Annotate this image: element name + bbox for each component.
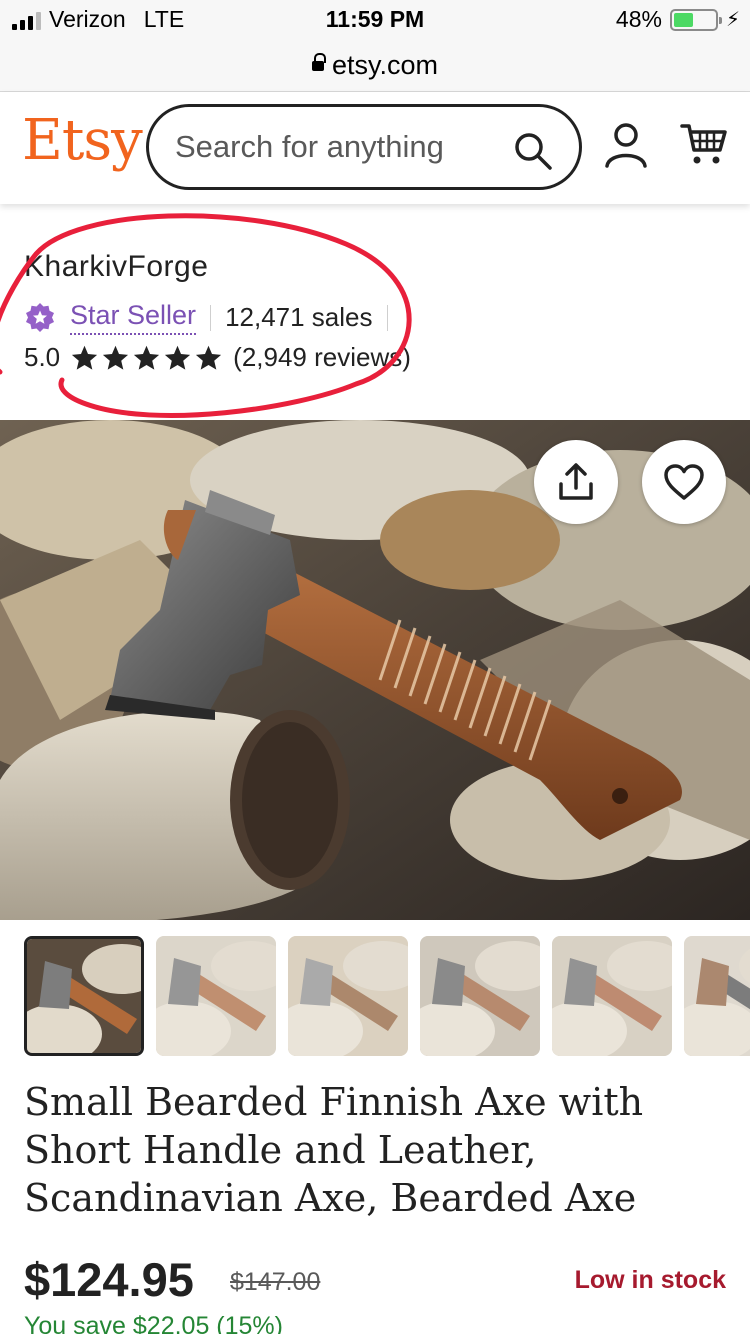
lock-icon (311, 52, 326, 73)
axe-photo (0, 420, 750, 920)
url-text: etsy.com (331, 50, 439, 80)
price-row: $124.95 $147.00 Low in stock (24, 1252, 726, 1312)
thumbnail[interactable] (288, 936, 408, 1056)
thumbnail-image (27, 939, 141, 1053)
thumbnail[interactable] (552, 936, 672, 1056)
savings-text: You save $22.05 (15%) (24, 1312, 283, 1334)
thumbnail[interactable] (420, 936, 540, 1056)
rating-row[interactable]: 5.0 (2,949 reviews) (24, 342, 411, 373)
review-count[interactable]: (2,949 reviews) (233, 342, 411, 373)
battery-icon (669, 8, 722, 31)
star-icon (196, 345, 222, 370)
battery-percent: 48% (615, 6, 662, 32)
thumbnail-strip[interactable] (24, 936, 750, 1058)
account-icon[interactable] (604, 122, 648, 168)
status-bar: Verizon LTE 11:59 PM 48% ⚡ (0, 0, 750, 40)
divider (210, 304, 212, 331)
rating-stars (70, 344, 223, 372)
search-icon[interactable] (513, 131, 553, 171)
charging-icon: ⚡ (725, 9, 740, 31)
share-button[interactable] (534, 440, 618, 524)
divider (386, 304, 388, 331)
search-input[interactable] (175, 129, 495, 165)
rating-value: 5.0 (24, 342, 61, 372)
star-seller-badge[interactable]: Star Seller (70, 300, 197, 335)
cart-icon[interactable] (680, 122, 728, 166)
star-seller-icon (26, 302, 54, 332)
star-icon (103, 345, 129, 370)
search-bar[interactable] (146, 104, 582, 190)
product-title: Small Bearded Finnish Axe with Short Han… (24, 1080, 644, 1220)
seller-info: KharkivForge Star Seller 12,471 sales 5.… (24, 250, 411, 372)
site-header: Etsy (0, 92, 750, 204)
favorite-button[interactable] (642, 440, 726, 524)
thumbnail[interactable] (24, 936, 144, 1056)
star-icon (134, 345, 160, 370)
etsy-logo[interactable]: Etsy (22, 108, 143, 173)
shop-name[interactable]: KharkivForge (24, 250, 208, 284)
thumbnail[interactable] (684, 936, 750, 1056)
seller-stats: Star Seller 12,471 sales (24, 300, 402, 335)
share-icon (559, 463, 593, 500)
status-right: 48% ⚡ (616, 6, 740, 33)
thumbnail[interactable] (156, 936, 276, 1056)
original-price: $147.00 (230, 1268, 321, 1296)
star-icon (72, 345, 98, 370)
stock-status: Low in stock (574, 1266, 726, 1294)
current-price: $124.95 (24, 1253, 194, 1306)
address-bar[interactable]: etsy.com (0, 40, 750, 92)
star-icon (165, 345, 191, 370)
heart-icon (664, 464, 704, 500)
product-main-image[interactable] (0, 420, 750, 920)
sales-count: 12,471 sales (225, 302, 373, 332)
